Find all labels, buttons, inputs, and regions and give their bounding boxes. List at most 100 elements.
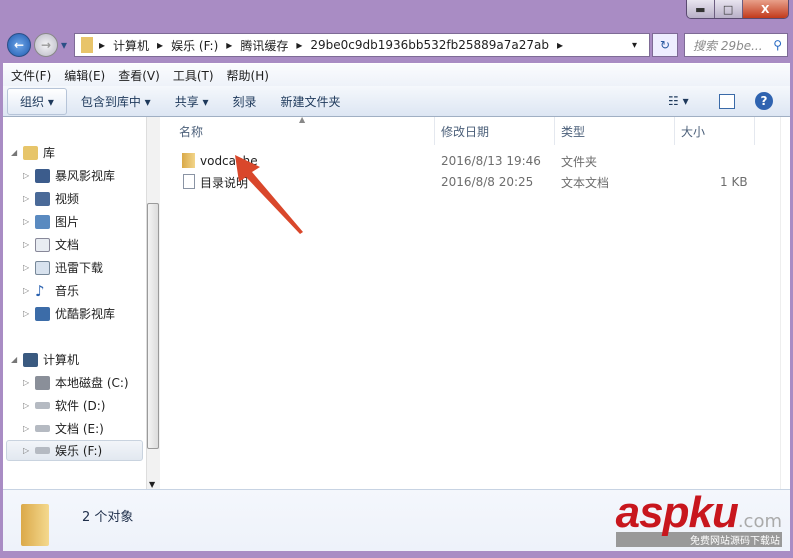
navigation-pane: ◢ 库 ▷ 暴风影视库 ▷ 视频 ▷ 图片 ▷ 文档 ▷ 迅雷下载 ▷ ♪ 音乐 ▷ 优酷影视库 … [3, 117, 146, 489]
picture-icon [35, 214, 50, 229]
file-size: 1 KB [720, 175, 748, 189]
history-dropdown[interactable]: ▾ [61, 38, 67, 52]
label: 优酷影视库 [55, 307, 116, 321]
close-button[interactable]: X [742, 0, 788, 18]
column-header-size[interactable]: 大小 [675, 117, 755, 145]
label: 音乐 [55, 284, 80, 298]
text-file-icon [183, 174, 195, 189]
menu-bar: 文件(F) 编辑(E) 查看(V) 工具(T) 帮助(H) [3, 63, 790, 86]
file-type: 文本文档 [561, 175, 610, 190]
search-icon: ⚲ [773, 38, 782, 52]
download-icon [35, 260, 50, 275]
search-placeholder: 搜索 29be... [693, 38, 763, 53]
library-icon [23, 145, 38, 160]
document-icon [35, 237, 50, 252]
menu-tools[interactable]: 工具(T) [173, 67, 214, 84]
right-edge [780, 117, 790, 489]
label: 暴风影视库 [55, 169, 116, 183]
label: 娱乐 (F:) [55, 444, 103, 458]
label: 软件 (D:) [55, 399, 106, 413]
watermark-brand: aspku [615, 488, 739, 537]
file-date: 2016/8/13 19:46 [441, 154, 541, 168]
label: 计算机 [43, 353, 80, 367]
menu-view[interactable]: 查看(V) [118, 67, 160, 84]
command-bar: 组织 ▾ 包含到库中 ▾ 共享 ▾ 刻录 新建文件夹 ☷ ▾ ? [3, 86, 790, 117]
breadcrumb-cache[interactable]: 腾讯缓存 [240, 37, 288, 54]
sidebar-item-library[interactable]: ◢ 库 [11, 142, 146, 163]
column-header-date[interactable]: 修改日期 [435, 117, 555, 145]
label: 库 [43, 146, 56, 160]
details-pane: 2 个对象 aspku.com 免费网站源码下载站 [3, 488, 790, 551]
refresh-button[interactable]: ↻ [652, 33, 678, 57]
label: 文档 [55, 238, 80, 252]
views-button[interactable]: ☷ ▾ [658, 90, 699, 112]
column-header-name[interactable]: 名称 ▲ [173, 115, 435, 145]
label: 类型 [561, 124, 586, 139]
file-date: 2016/8/8 20:25 [441, 175, 534, 189]
sidebar-item-xunlei[interactable]: ▷ 迅雷下载 [23, 257, 146, 278]
label: 修改日期 [441, 124, 490, 139]
drive-icon [35, 447, 50, 454]
label: 视频 [55, 192, 80, 206]
address-dropdown[interactable]: ▾ [632, 40, 637, 51]
scrollbar-thumb[interactable] [147, 203, 159, 449]
sidebar-item-music[interactable]: ▷ ♪ 音乐 [23, 280, 146, 301]
forward-button[interactable]: → [34, 33, 58, 57]
video-library-icon [35, 168, 50, 183]
sidebar-item-youku[interactable]: ▷ 优酷影视库 [23, 303, 146, 324]
breadcrumb-separator: ▸ [157, 38, 164, 52]
minimize-button[interactable]: ▬ [687, 0, 715, 18]
breadcrumb-separator: ▸ [226, 38, 233, 52]
sidebar-item-drive-e[interactable]: ▷ 文档 (E:) [23, 418, 146, 439]
breadcrumb-separator: ▸ [557, 38, 564, 52]
maximize-button[interactable]: □ [714, 0, 743, 18]
label: 迅雷下载 [55, 261, 104, 275]
sidebar-item-videos[interactable]: ▷ 视频 [23, 188, 146, 209]
breadcrumb-drive[interactable]: 娱乐 (F:) [171, 37, 218, 54]
menu-help[interactable]: 帮助(H) [227, 67, 269, 84]
sidebar-item-documents[interactable]: ▷ 文档 [23, 234, 146, 255]
search-input[interactable]: 搜索 29be... ⚲ [684, 33, 788, 57]
sort-ascending-icon: ▲ [299, 115, 306, 124]
file-type: 文件夹 [561, 154, 598, 169]
video-icon [35, 191, 50, 206]
drive-icon [35, 425, 50, 432]
folder-icon [182, 153, 195, 168]
share-button[interactable]: 共享 ▾ [165, 89, 219, 114]
new-folder-button[interactable]: 新建文件夹 [271, 89, 351, 114]
label: 名称 [179, 124, 204, 139]
label: 大小 [681, 124, 706, 139]
video-library-icon [35, 306, 50, 321]
back-button[interactable]: ← [7, 33, 31, 57]
sidebar-item-drive-f[interactable]: ▷ 娱乐 (F:) [6, 440, 143, 461]
help-icon[interactable]: ? [755, 92, 773, 110]
breadcrumb-separator: ▸ [296, 38, 303, 52]
menu-file[interactable]: 文件(F) [11, 67, 51, 84]
sidebar-item-pictures[interactable]: ▷ 图片 [23, 211, 146, 232]
annotation-arrow [235, 155, 303, 234]
breadcrumb-separator: ▸ [99, 38, 106, 52]
preview-pane-icon[interactable] [719, 93, 735, 109]
breadcrumb-computer[interactable]: 计算机 [113, 37, 149, 54]
watermark-logo: aspku.com 免费网站源码下载站 [615, 488, 782, 547]
label: 本地磁盘 (C:) [55, 376, 129, 390]
include-in-library-button[interactable]: 包含到库中 ▾ [71, 89, 161, 114]
menu-edit[interactable]: 编辑(E) [64, 67, 105, 84]
sidebar-item-drive-d[interactable]: ▷ 软件 (D:) [23, 395, 146, 416]
organize-button[interactable]: 组织 ▾ [7, 87, 67, 115]
column-header-type[interactable]: 类型 [555, 117, 675, 145]
burn-button[interactable]: 刻录 [223, 89, 267, 114]
window-controls: ▬ □ X [686, 0, 789, 19]
music-icon: ♪ [35, 281, 45, 300]
folder-icon [81, 37, 93, 53]
breadcrumb-folder[interactable]: 29be0c9db1936bb532fb25889a7a27ab [310, 38, 549, 52]
sidebar-item-drive-c[interactable]: ▷ 本地磁盘 (C:) [23, 372, 146, 393]
sidebar-item-computer[interactable]: ◢ 计算机 [11, 349, 146, 370]
sidebar-item-baofeng[interactable]: ▷ 暴风影视库 [23, 165, 146, 186]
label: 文档 (E:) [55, 422, 104, 436]
address-bar[interactable]: ▸ 计算机 ▸ 娱乐 (F:) ▸ 腾讯缓存 ▸ 29be0c9db1936bb… [74, 33, 650, 57]
computer-icon [23, 352, 38, 367]
file-list: 名称 ▲ 修改日期 类型 大小 vodcache 2016/8/13 19:46 … [160, 115, 790, 489]
system-drive-icon [35, 375, 50, 390]
label: 图片 [55, 215, 80, 229]
